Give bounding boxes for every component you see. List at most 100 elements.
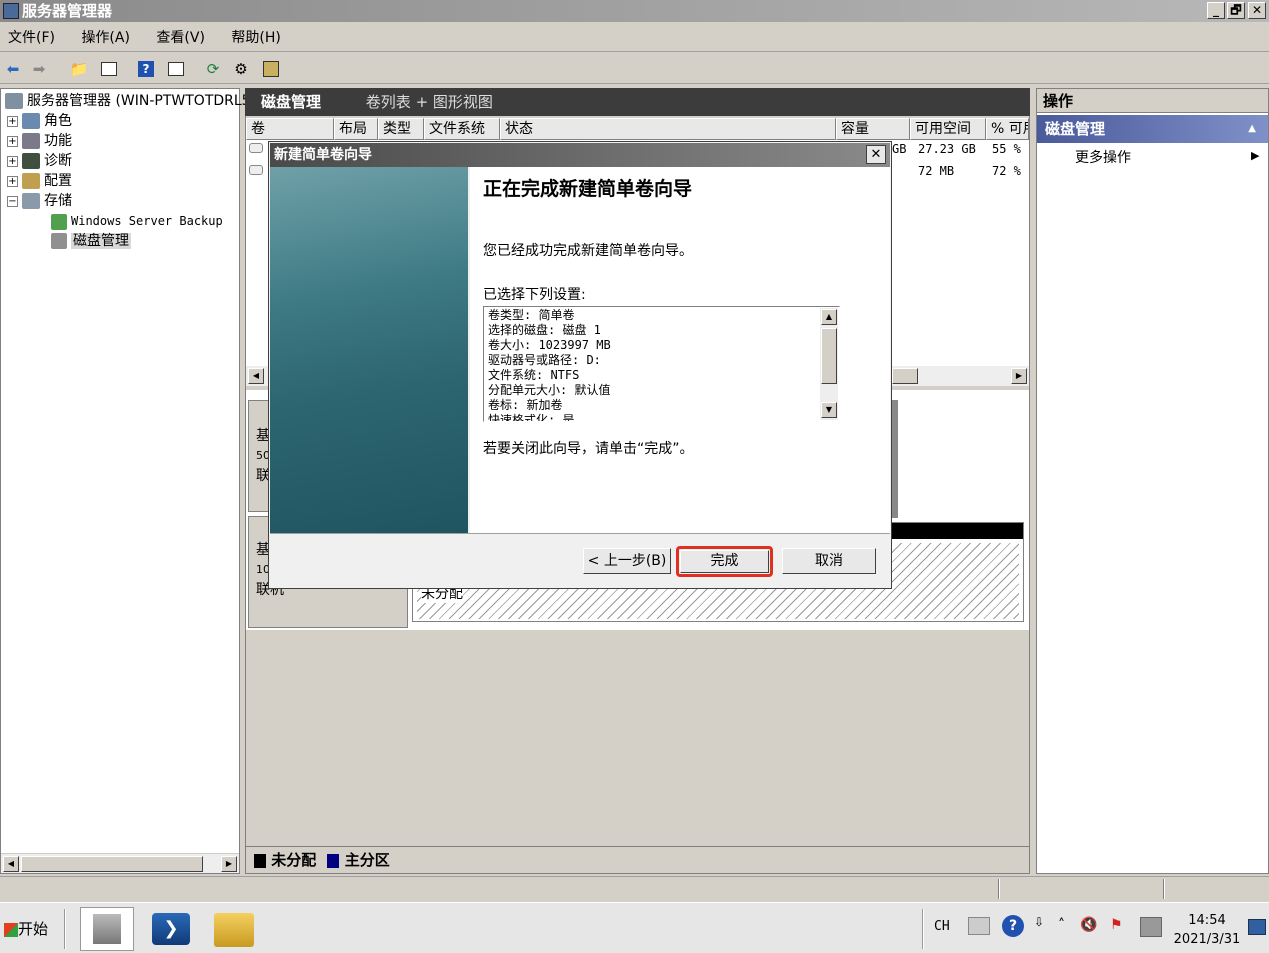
column-type[interactable]: 类型 [378, 118, 424, 140]
collapse-up-icon[interactable]: ▲ [1248, 115, 1256, 143]
back-button[interactable]: < 上一步(B) [583, 548, 671, 574]
column-layout[interactable]: 布局 [334, 118, 378, 140]
collapse-icon[interactable]: − [7, 195, 18, 207]
column-free-space[interactable]: 可用空间 [910, 118, 986, 140]
forward-arrow-icon[interactable]: ➡ [28, 58, 50, 80]
scroll-left-icon[interactable]: ◀ [3, 856, 19, 872]
more-actions[interactable]: 更多操作 [1075, 147, 1131, 167]
column-filesystem[interactable]: 文件系统 [424, 118, 500, 140]
taskbar-divider [64, 909, 66, 949]
start-button[interactable]: 开始 [2, 913, 48, 945]
row2-free: 72 MB [918, 164, 955, 178]
help-icon[interactable]: ? [135, 58, 157, 80]
actions-pane: 操作 磁盘管理 ▲ 更多操作 ▶ [1036, 88, 1269, 874]
actions-section-disk-management[interactable]: 磁盘管理 ▲ [1037, 115, 1268, 143]
menu-file[interactable]: 文件(F) [8, 24, 55, 52]
column-capacity[interactable]: 容量 [836, 118, 910, 140]
dialog-title-bar: 新建简单卷向导 [270, 143, 890, 167]
properties-pane-icon[interactable] [165, 58, 187, 80]
scroll-right-icon[interactable]: ▶ [221, 856, 237, 872]
taskbar: 开始 ❯ CH ? ⇩ ˄ 🔇 ⚑ 14:54 2021/3/31 [0, 902, 1269, 953]
scroll-up-icon[interactable]: ▲ [821, 309, 837, 325]
status-divider [1163, 879, 1165, 899]
tree-item-windows-server-backup[interactable]: Windows Server Backup [51, 211, 223, 231]
help-tray-icon[interactable]: ? [1002, 915, 1024, 937]
menu-help[interactable]: 帮助(H) [231, 24, 280, 52]
server-manager-task-icon [93, 914, 121, 944]
finish-button[interactable]: 完成 [680, 550, 769, 573]
show-desktop-icon[interactable] [1248, 919, 1266, 935]
restore-button[interactable]: 🗗 [1227, 2, 1245, 19]
storage-icon [22, 193, 40, 209]
scroll-left-icon[interactable]: ◀ [248, 368, 264, 384]
column-percent-free[interactable]: % 可用 [986, 118, 1029, 140]
network-icon[interactable] [1140, 917, 1162, 937]
minimize-button[interactable]: _ [1207, 2, 1225, 19]
volume-icon [249, 143, 263, 153]
show-hide-tree-icon[interactable] [98, 58, 120, 80]
roles-icon [22, 113, 40, 129]
more-actions-arrow-icon[interactable]: ▶ [1251, 149, 1259, 162]
tree-horizontal-scrollbar[interactable]: ◀ ▶ [1, 853, 239, 873]
menu-view[interactable]: 查看(V) [156, 24, 205, 52]
clock[interactable]: 14:54 2021/3/31 [1172, 911, 1242, 949]
expand-icon[interactable]: + [7, 115, 18, 127]
menu-action[interactable]: 操作(A) [81, 24, 130, 52]
expand-icon[interactable]: + [7, 175, 18, 187]
scroll-right-icon[interactable]: ▶ [1011, 368, 1027, 384]
column-volume[interactable]: 卷 [246, 118, 334, 140]
refresh-icon[interactable]: ⟳ [202, 58, 224, 80]
actions-header: 操作 [1037, 89, 1268, 113]
listbox-scrollbar[interactable]: ▲ ▼ [820, 308, 838, 420]
setting-volume-label: 卷标: 新加卷 [488, 398, 563, 412]
server-icon [5, 93, 23, 109]
taskbar-server-manager[interactable] [80, 907, 134, 951]
tree-item-storage[interactable]: − 存储 [7, 191, 72, 211]
scroll-down-icon[interactable]: ▼ [821, 402, 837, 418]
tree-item-disk-management[interactable]: 磁盘管理 [51, 231, 131, 251]
scroll-thumb[interactable] [21, 856, 203, 872]
view-mode: 卷列表 + 图形视图 [365, 93, 493, 111]
tree-item-features[interactable]: + 功能 [7, 131, 72, 151]
dialog-close-button[interactable]: ✕ [866, 145, 886, 164]
legend: 未分配 主分区 [246, 846, 1029, 872]
close-button[interactable]: ✕ [1248, 2, 1266, 19]
tree-root[interactable]: 服务器管理器 (WIN-PTWTOTDRL5 [5, 91, 251, 111]
toolbar [0, 54, 1269, 84]
keyboard-icon[interactable] [968, 917, 990, 935]
tree-item-roles[interactable]: + 角色 [7, 111, 72, 131]
wizard-heading: 正在完成新建简单卷向导 [483, 178, 693, 200]
expand-icon[interactable]: + [7, 135, 18, 147]
disk-management-icon [51, 233, 67, 249]
navigation-tree: 服务器管理器 (WIN-PTWTOTDRL5 + 角色 + 功能 + 诊断 + 配置 −… [0, 88, 251, 874]
action-center-flag-icon[interactable]: ⚑ [1110, 917, 1132, 937]
volume-muted-icon[interactable]: 🔇 [1080, 917, 1102, 937]
window-title: 服务器管理器 [22, 2, 113, 20]
cancel-button[interactable]: 取消 [782, 548, 876, 574]
row2-percent: 72 % [992, 164, 1021, 178]
expand-icon[interactable]: + [7, 155, 18, 167]
clock-date: 2021/3/31 [1173, 932, 1241, 947]
input-options-icon[interactable]: ⇩ [1034, 915, 1044, 929]
language-indicator[interactable]: CH [934, 919, 950, 934]
up-folder-icon[interactable]: 📁 [68, 58, 90, 80]
status-divider [998, 879, 1000, 899]
setting-quick-format: 快速格式化: 是 [488, 413, 575, 422]
scroll-thumb[interactable] [821, 328, 837, 384]
backup-icon [51, 213, 67, 230]
show-hidden-icons[interactable]: ˄ [1058, 917, 1065, 933]
tree-item-diagnostics[interactable]: + 诊断 [7, 151, 72, 171]
scroll-thumb[interactable] [892, 368, 918, 384]
tree-item-configuration[interactable]: + 配置 [7, 171, 72, 191]
legend-unallocated: 未分配 [271, 851, 317, 869]
powershell-icon[interactable]: ❯ [152, 913, 190, 945]
diagnostics-icon [22, 153, 40, 169]
explorer-folder-icon[interactable] [214, 913, 254, 947]
back-arrow-icon[interactable]: ⬅ [2, 58, 24, 80]
disk-properties-icon[interactable] [260, 58, 282, 80]
settings-icon[interactable]: ⚙ [230, 58, 252, 80]
settings-listbox[interactable]: 卷类型: 简单卷 选择的磁盘: 磁盘 1 卷大小: 1023997 MB 驱动器… [483, 306, 840, 422]
column-status[interactable]: 状态 [500, 118, 836, 140]
legend-unallocated-swatch [254, 853, 266, 868]
settings-label: 已选择下列设置: [483, 287, 586, 303]
